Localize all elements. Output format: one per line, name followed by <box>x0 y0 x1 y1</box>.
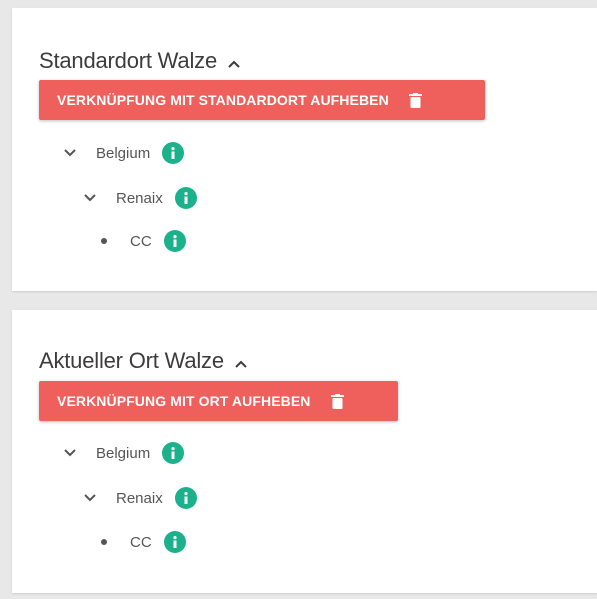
unlink-location-button[interactable]: VERKNÜPFUNG MIT ORT AUFHEBEN <box>39 381 398 421</box>
bullet-icon <box>96 539 112 545</box>
tree-item-label: Belgium <box>96 144 151 162</box>
info-icon[interactable] <box>174 187 197 209</box>
standort-card: Standardort Walze VERKNÜPFUNG MIT STANDA… <box>12 8 597 291</box>
section-title-text: Standardort Walze <box>39 48 217 73</box>
info-icon[interactable] <box>163 230 186 252</box>
info-icon[interactable] <box>162 142 185 164</box>
unlink-location-button-label: VERKNÜPFUNG MIT ORT AUFHEBEN <box>57 393 311 409</box>
chevron-up-icon[interactable] <box>227 49 241 75</box>
unlink-standort-button-label: VERKNÜPFUNG MIT STANDARDORT AUFHEBEN <box>57 92 389 108</box>
unlink-standort-button[interactable]: VERKNÜPFUNG MIT STANDARDORT AUFHEBEN <box>39 80 485 120</box>
section-title: Standardort Walze <box>39 48 241 75</box>
trash-icon <box>330 393 344 409</box>
tree-item-cc[interactable]: CC <box>96 531 186 553</box>
chevron-down-icon[interactable] <box>82 193 98 203</box>
chevron-down-icon[interactable] <box>82 493 98 503</box>
bullet-icon <box>96 238 112 244</box>
tree-item-label: Renaix <box>116 489 163 507</box>
tree-item-cc[interactable]: CC <box>96 230 186 252</box>
trash-icon <box>408 92 422 108</box>
chevron-up-icon[interactable] <box>234 349 248 375</box>
tree-item-label: CC <box>130 232 152 250</box>
section-title: Aktueller Ort Walze <box>39 348 248 375</box>
chevron-down-icon[interactable] <box>62 148 78 158</box>
current-location-card: Aktueller Ort Walze VERKNÜPFUNG MIT ORT … <box>12 310 597 593</box>
tree-item-belgium[interactable]: Belgium <box>62 442 185 464</box>
tree-item-renaix[interactable]: Renaix <box>82 487 197 509</box>
tree-item-label: Belgium <box>96 444 151 462</box>
section-title-text: Aktueller Ort Walze <box>39 348 224 373</box>
tree-item-label: CC <box>130 533 152 551</box>
tree-item-belgium[interactable]: Belgium <box>62 142 185 164</box>
chevron-down-icon[interactable] <box>62 448 78 458</box>
tree-item-renaix[interactable]: Renaix <box>82 187 197 209</box>
tree-item-label: Renaix <box>116 189 163 207</box>
info-icon[interactable] <box>163 531 186 553</box>
info-icon[interactable] <box>162 442 185 464</box>
info-icon[interactable] <box>174 487 197 509</box>
